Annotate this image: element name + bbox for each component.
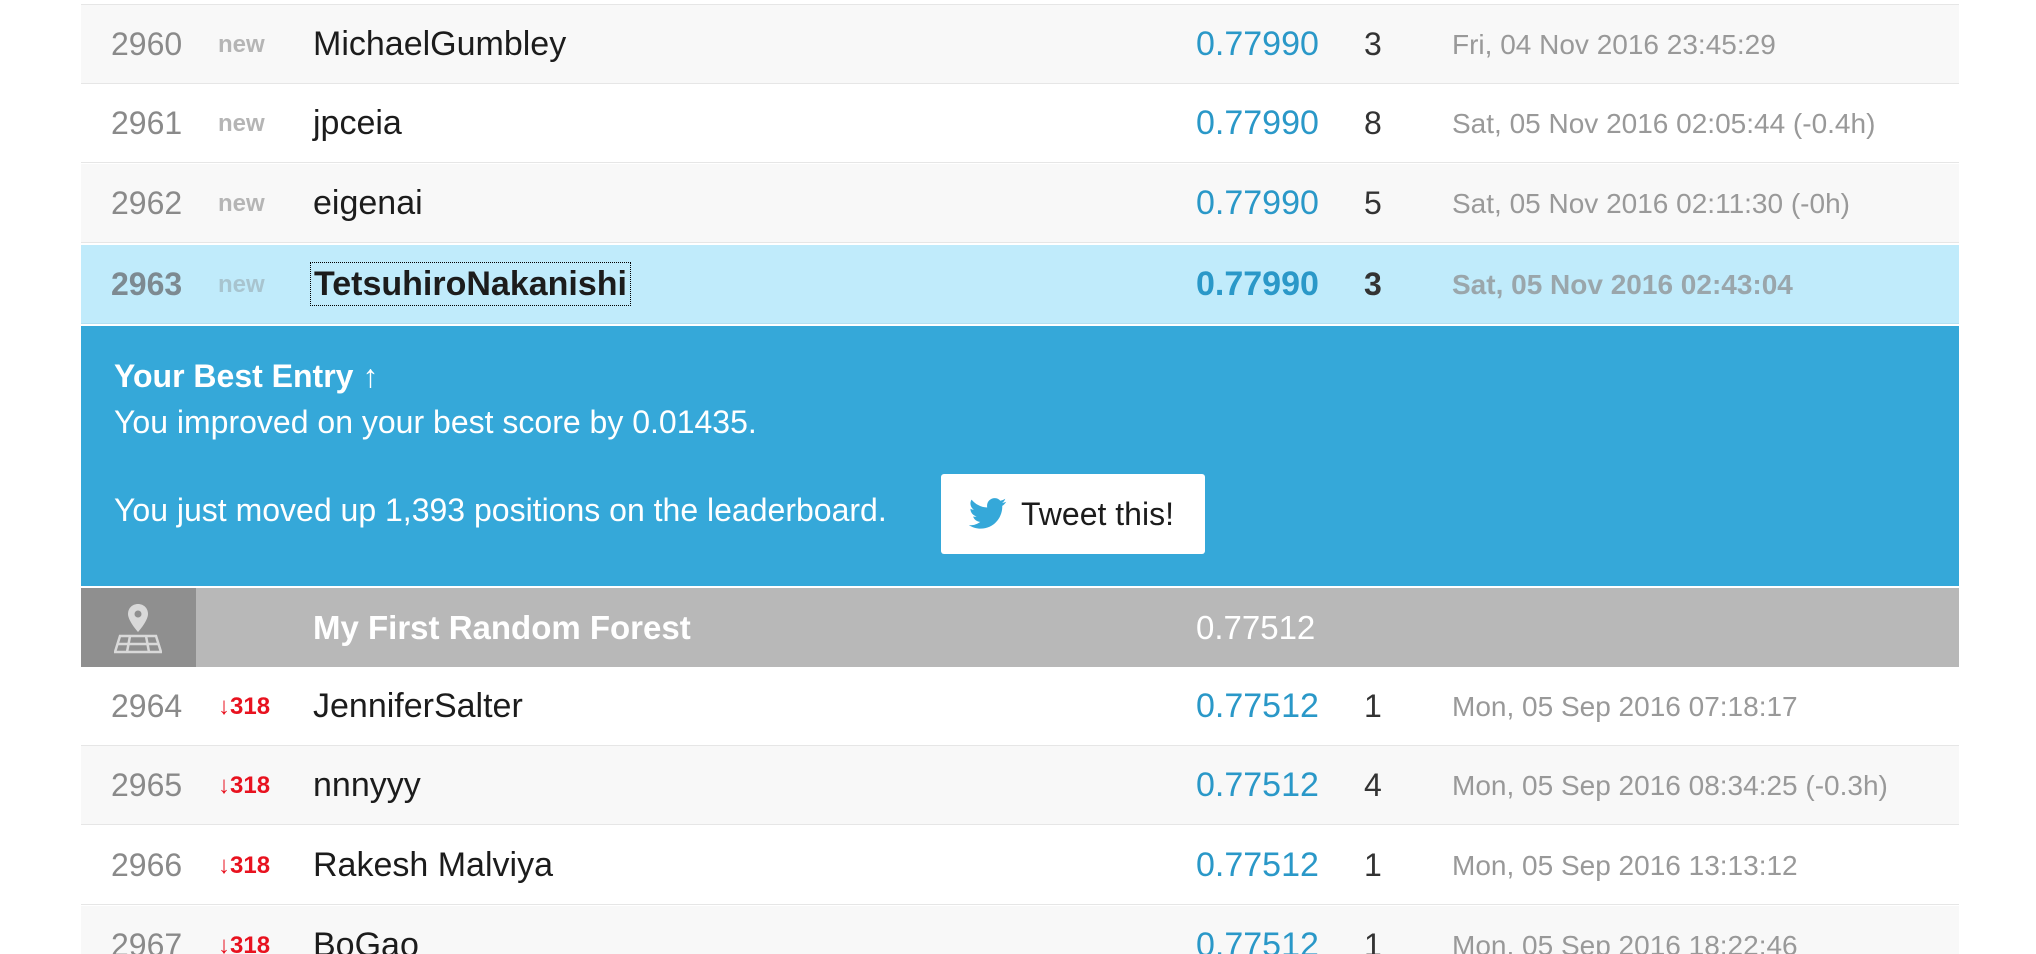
benchmark-score: 0.77512 — [1196, 609, 1316, 646]
last-submission-cell: Mon, 05 Sep 2016 18:22:46 — [1452, 930, 1798, 954]
last-submission-cell: Fri, 04 Nov 2016 23:45:29 — [1452, 29, 1776, 60]
rank-cell: 2960 — [111, 26, 183, 62]
leaderboard-row[interactable]: 2967 ↓318 BoGao 0.77512 1 Mon, 05 Sep 20… — [81, 906, 1959, 954]
team-name-link[interactable]: JenniferSalter — [313, 667, 523, 746]
benchmark-row: My First Random Forest 0.77512 — [81, 588, 1959, 667]
team-name-link[interactable]: MichaelGumbley — [313, 5, 566, 84]
entries-cell: 4 — [1364, 767, 1382, 803]
my-team-name-link[interactable]: TetsuhiroNakanishi — [310, 245, 631, 324]
score-cell: 0.77512 — [1196, 926, 1319, 954]
rank-cell: 2964 — [111, 688, 183, 724]
leaderboard-row[interactable]: 2960 new MichaelGumbley 0.77990 3 Fri, 0… — [81, 5, 1959, 84]
twitter-bird-icon — [969, 498, 1007, 529]
last-submission-cell: Mon, 05 Sep 2016 08:34:25 (-0.3h) — [1452, 770, 1888, 801]
last-submission-cell: Mon, 05 Sep 2016 07:18:17 — [1452, 691, 1798, 722]
team-name-link[interactable]: eigenai — [313, 164, 423, 243]
rank-cell: 2966 — [111, 847, 183, 883]
entries-cell: 8 — [1364, 105, 1382, 141]
entries-cell: 3 — [1364, 266, 1382, 302]
leaderboard-row[interactable]: 2966 ↓318 Rakesh Malviya 0.77512 1 Mon, … — [81, 826, 1959, 905]
leaderboard: 2960 new MichaelGumbley 0.77990 3 Fri, 0… — [81, 0, 1959, 954]
map-pin-icon — [114, 604, 162, 654]
rank-cell: 2962 — [111, 185, 183, 221]
score-cell: 0.77512 — [1196, 846, 1319, 884]
entries-cell: 1 — [1364, 927, 1382, 954]
position-moved-message: You just moved up 1,393 positions on the… — [114, 492, 887, 528]
entries-cell: 5 — [1364, 185, 1382, 221]
rank-change-cell: new — [218, 190, 265, 217]
score-cell: 0.77990 — [1196, 25, 1319, 63]
last-submission-cell: Mon, 05 Sep 2016 13:13:12 — [1452, 850, 1798, 881]
entries-cell: 3 — [1364, 26, 1382, 62]
rank-cell: 2967 — [111, 927, 183, 954]
score-cell: 0.77512 — [1196, 766, 1319, 804]
leaderboard-row[interactable]: 2961 new jpceia 0.77990 8 Sat, 05 Nov 20… — [81, 84, 1959, 163]
leaderboard-row[interactable]: 2962 new eigenai 0.77990 5 Sat, 05 Nov 2… — [81, 164, 1959, 243]
rank-change-cell: new — [218, 271, 265, 298]
improvement-message: You improved on your best score by 0.014… — [114, 404, 757, 440]
best-entry-banner: Your Best Entry ↑ You improved on your b… — [81, 326, 1959, 586]
team-name-text[interactable]: TetsuhiroNakanishi — [310, 262, 631, 306]
score-cell: 0.77990 — [1196, 184, 1319, 222]
rank-change-cell: ↓318 — [218, 693, 271, 720]
my-leaderboard-row[interactable]: 2963 new TetsuhiroNakanishi 0.77990 3 Sa… — [81, 245, 1959, 324]
last-submission-cell: Sat, 05 Nov 2016 02:43:04 — [1452, 269, 1793, 300]
leaderboard-row[interactable]: 2965 ↓318 nnnyyy 0.77512 4 Mon, 05 Sep 2… — [81, 746, 1959, 825]
benchmark-icon-box — [81, 588, 196, 667]
rank-change-cell: ↓318 — [218, 772, 271, 799]
score-cell: 0.77512 — [1196, 687, 1319, 725]
entries-cell: 1 — [1364, 688, 1382, 724]
best-entry-title: Your Best Entry ↑ — [114, 358, 379, 394]
team-name-link[interactable]: nnnyyy — [313, 746, 421, 825]
benchmark-name: My First Random Forest — [313, 609, 691, 646]
last-submission-cell: Sat, 05 Nov 2016 02:11:30 (-0h) — [1452, 188, 1850, 219]
entries-cell: 1 — [1364, 847, 1382, 883]
leaderboard-row[interactable]: 2964 ↓318 JenniferSalter 0.77512 1 Mon, … — [81, 667, 1959, 746]
score-cell: 0.77990 — [1196, 265, 1319, 303]
team-name-link[interactable]: Rakesh Malviya — [313, 826, 553, 905]
rank-change-cell: new — [218, 110, 265, 137]
rank-change-cell: new — [218, 31, 265, 58]
tweet-this-button[interactable]: Tweet this! — [941, 474, 1205, 554]
rank-cell: 2965 — [111, 767, 183, 803]
tweet-this-label: Tweet this! — [1021, 496, 1174, 532]
rank-change-cell: ↓318 — [218, 852, 271, 879]
rank-change-cell: ↓318 — [218, 932, 271, 954]
team-name-link[interactable]: BoGao — [313, 906, 419, 954]
last-submission-cell: Sat, 05 Nov 2016 02:05:44 (-0.4h) — [1452, 108, 1876, 139]
score-cell: 0.77990 — [1196, 104, 1319, 142]
rank-cell: 2963 — [111, 266, 183, 302]
team-name-link[interactable]: jpceia — [313, 84, 402, 163]
rank-cell: 2961 — [111, 105, 183, 141]
